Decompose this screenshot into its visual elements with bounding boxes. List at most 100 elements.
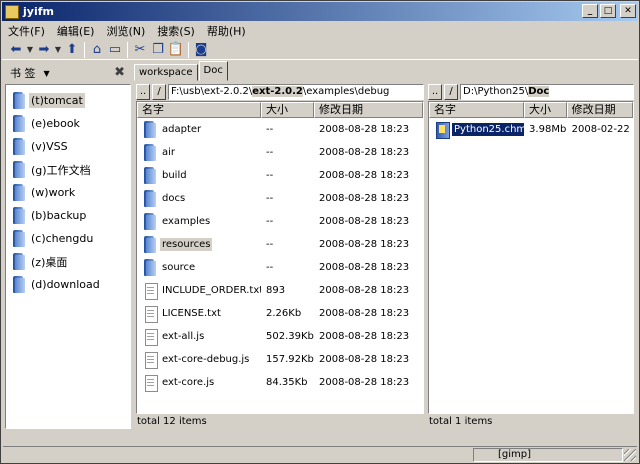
- folder-row[interactable]: source -- 2008-08-28 18:23: [137, 256, 423, 279]
- bookmark-list: (t)tomcat (e)ebook (v)VSS (g)工作文档 (w)work (b)…: [5, 84, 131, 429]
- sidebar-header[interactable]: 书 签 ▼ ✖: [5, 63, 131, 83]
- size-cell: --: [266, 124, 274, 135]
- parent-dir-button[interactable]: ..: [136, 83, 150, 100]
- name-cell: Python25.chm: [429, 121, 525, 139]
- folder-row[interactable]: adapter -- 2008-08-28 18:23: [137, 118, 423, 141]
- date-cell: 2008-08-28 18:23: [319, 216, 410, 227]
- app-icon: [5, 4, 19, 19]
- column-size-header[interactable]: 大小: [524, 102, 567, 118]
- date-cell: 2008-02-22 09: [571, 124, 633, 135]
- date-cell: 2008-08-28 18:23: [319, 147, 410, 158]
- menu-item[interactable]: 文件(F): [8, 23, 45, 39]
- root-dir-button[interactable]: /: [152, 83, 166, 100]
- menu-item[interactable]: 浏览(N): [106, 23, 145, 39]
- bookmark-item[interactable]: (t)tomcat: [6, 89, 130, 112]
- bookmark-item[interactable]: (z)桌面: [6, 250, 130, 273]
- bookmark-item[interactable]: (d)download: [6, 273, 130, 296]
- folder-icon: [143, 143, 157, 162]
- root-dir-button[interactable]: /: [444, 83, 458, 100]
- file-name: resources: [160, 238, 213, 251]
- file-row[interactable]: LICENSE.txt 2.26Kb 2008-08-28 18:23: [137, 302, 423, 325]
- path-prefix: D:\Python25\: [463, 85, 529, 97]
- parent-dir-button[interactable]: ..: [428, 83, 442, 100]
- right-status: total 1 items: [429, 416, 493, 427]
- file-row[interactable]: Python25.chm 3.98Mb 2008-02-22 09: [429, 118, 633, 141]
- size-cell: 502.39Kb: [266, 331, 314, 342]
- menu-item[interactable]: 编辑(E): [57, 23, 95, 39]
- bookmark-item[interactable]: (b)backup: [6, 204, 130, 227]
- folder-row[interactable]: air -- 2008-08-28 18:23: [137, 141, 423, 164]
- chevron-down-icon[interactable]: ▼: [25, 41, 35, 59]
- date-cell: 2008-08-28 18:23: [319, 331, 410, 342]
- folder-icon: [143, 189, 157, 208]
- paste-icon[interactable]: 📋: [167, 41, 185, 59]
- file-icon: [143, 282, 158, 300]
- folder-row[interactable]: build -- 2008-08-28 18:23: [137, 164, 423, 187]
- back-arrow-icon[interactable]: ⬅: [7, 41, 25, 59]
- column-headers: 名字 大小 修改日期: [137, 102, 423, 118]
- maximize-button[interactable]: □: [600, 4, 616, 18]
- bookmark-label: (e)ebook: [31, 117, 80, 130]
- left-path-input[interactable]: F:\usb\ext-2.0.2\ext-2.0.2\examples\debu…: [168, 83, 424, 100]
- folder-icon: [143, 212, 157, 231]
- bookmark-item[interactable]: (e)ebook: [6, 112, 130, 135]
- column-date-header[interactable]: 修改日期: [314, 102, 423, 118]
- date-cell: 2008-08-28 18:23: [319, 308, 410, 319]
- bookmark-item[interactable]: (c)chengdu: [6, 227, 130, 250]
- bookmark-label: (w)work: [31, 186, 76, 199]
- tab-doc[interactable]: Doc: [198, 61, 228, 81]
- file-name: ext-all.js: [162, 331, 205, 342]
- bookmark-item[interactable]: (w)work: [6, 181, 130, 204]
- menu-item[interactable]: 帮助(H): [207, 23, 246, 39]
- name-cell: ext-core.js: [137, 374, 261, 392]
- file-row[interactable]: ext-core-debug.js 157.92Kb 2008-08-28 18:2…: [137, 348, 423, 371]
- column-size-header[interactable]: 大小: [261, 102, 314, 118]
- up-arrow-icon[interactable]: ⬆: [63, 41, 81, 59]
- column-name-header[interactable]: 名字: [429, 102, 525, 118]
- resize-grip-icon[interactable]: [624, 449, 636, 461]
- size-cell: 84.35Kb: [266, 377, 308, 388]
- status-text: [gimp]: [473, 448, 623, 462]
- copy-icon[interactable]: ❐: [149, 41, 167, 59]
- column-name-header[interactable]: 名字: [137, 102, 261, 118]
- chevron-down-icon[interactable]: ▼: [53, 41, 63, 59]
- size-cell: --: [266, 239, 274, 250]
- file-row[interactable]: ext-all.js 502.39Kb 2008-08-28 18:23: [137, 325, 423, 348]
- bookmark-item[interactable]: (v)VSS: [6, 135, 130, 158]
- sidebar-title: 书 签: [10, 67, 36, 80]
- close-button[interactable]: ✕: [620, 4, 636, 18]
- right-file-list[interactable]: 名字 大小 修改日期 Python25.chm 3.98Mb 2008-02-22 …: [428, 101, 634, 414]
- close-icon[interactable]: ✖: [114, 65, 125, 80]
- bookmark-label: (v)VSS: [31, 140, 68, 153]
- right-path-input[interactable]: D:\Python25\Doc: [460, 83, 634, 100]
- file-icon: [143, 374, 158, 392]
- folder-icon: [143, 120, 157, 139]
- file-row[interactable]: ext-core.js 84.35Kb 2008-08-28 18:23: [137, 371, 423, 394]
- minimize-button[interactable]: _: [582, 4, 598, 18]
- file-row[interactable]: INCLUDE_ORDER.txt 893 2008-08-28 18:23: [137, 279, 423, 302]
- name-cell: LICENSE.txt: [137, 305, 261, 323]
- name-cell: examples: [137, 212, 261, 231]
- title-bar[interactable]: jyifm _ □ ✕: [2, 2, 638, 21]
- toolbar-separator: [127, 41, 128, 58]
- left-file-list[interactable]: 名字 大小 修改日期 adapter -- 2008-08-28 18:23 air -…: [136, 101, 424, 414]
- date-cell: 2008-08-28 18:23: [319, 193, 410, 204]
- menu-item[interactable]: 搜索(S): [157, 23, 195, 39]
- file-name: Python25.chm: [450, 122, 525, 137]
- folder-row[interactable]: resources -- 2008-08-28 18:23: [137, 233, 423, 256]
- name-cell: resources: [137, 235, 261, 254]
- chevron-down-icon[interactable]: ▼: [44, 69, 50, 78]
- home-icon[interactable]: ⌂: [88, 41, 106, 59]
- bookmark-item[interactable]: (g)工作文档: [6, 158, 130, 181]
- properties-icon[interactable]: ◙: [192, 41, 210, 59]
- file-name: docs: [162, 193, 186, 204]
- folder-row[interactable]: examples -- 2008-08-28 18:23: [137, 210, 423, 233]
- computer-icon[interactable]: ▭: [106, 41, 124, 59]
- tab-workspace[interactable]: workspace: [134, 64, 198, 81]
- date-cell: 2008-08-28 18:23: [319, 285, 410, 296]
- cut-icon[interactable]: ✂: [131, 41, 149, 59]
- column-date-header[interactable]: 修改日期: [566, 102, 633, 118]
- window-title: jyifm: [23, 5, 54, 18]
- folder-row[interactable]: docs -- 2008-08-28 18:23: [137, 187, 423, 210]
- forward-arrow-icon[interactable]: ➡: [35, 41, 53, 59]
